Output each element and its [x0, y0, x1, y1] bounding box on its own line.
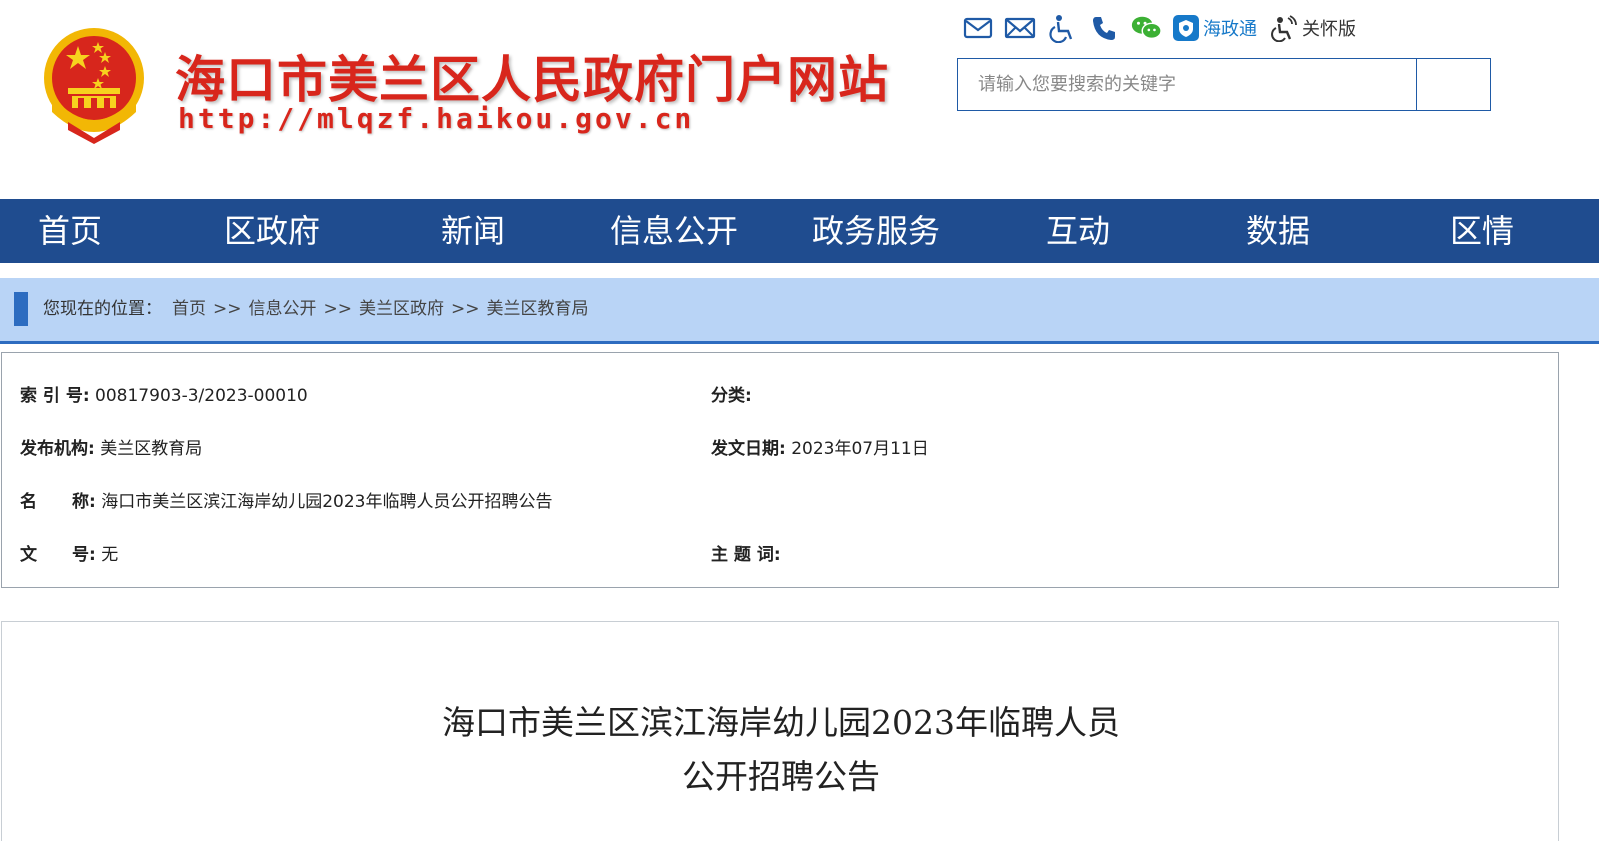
meta-category-label: 分类: — [711, 386, 752, 406]
breadcrumb-separator: >> — [213, 299, 242, 319]
breadcrumb-item-info-disclosure[interactable]: 信息公开 — [249, 278, 317, 341]
meta-date-label: 发文日期: — [711, 439, 786, 459]
meta-docno-label-a: 文 — [20, 545, 37, 565]
meta-keywords-label: 主 题 词: — [711, 545, 781, 565]
article-content: 海口市美兰区滨江海岸幼儿园2023年临聘人员 公开招聘公告 — [1, 621, 1559, 841]
meta-name-value: 海口市美兰区滨江海岸幼儿园2023年临聘人员公开招聘公告 — [101, 492, 553, 512]
article-title-line2: 公开招聘公告 — [682, 757, 880, 796]
meta-index: 索 引 号: 00817903-3/2023-00010 — [20, 381, 308, 406]
site-header: 海口市美兰区人民政府门户网站 http://mlqzf.haikou.gov.c… — [0, 0, 1599, 200]
breadcrumb-marker — [14, 292, 28, 326]
breadcrumb-separator: >> — [323, 299, 353, 319]
breadcrumb-item-home[interactable]: 首页 — [172, 278, 206, 341]
care-version-icon — [1271, 14, 1299, 42]
nav-item-district-government[interactable]: 区政府 — [224, 199, 320, 263]
meta-publisher-label: 发布机构: — [20, 439, 95, 459]
meta-name-label-a: 名 — [20, 492, 37, 512]
main-nav: 首页 区政府 新闻 信息公开 政务服务 互动 数据 区情 — [0, 199, 1599, 263]
nav-item-home[interactable]: 首页 — [38, 199, 102, 263]
wechat-icon[interactable] — [1130, 13, 1162, 43]
meta-date-value: 2023年07月11日 — [791, 439, 929, 459]
nav-item-info-disclosure[interactable]: 信息公开 — [610, 199, 738, 263]
meta-index-value: 00817903-3/2023-00010 — [95, 386, 308, 406]
breadcrumb-separator: >> — [451, 299, 480, 319]
search-button[interactable] — [1416, 59, 1490, 110]
site-url: http://mlqzf.haikou.gov.cn — [178, 102, 695, 135]
nav-item-gov-services[interactable]: 政务服务 — [812, 199, 940, 263]
meta-publisher: 发布机构: 美兰区教育局 — [20, 434, 202, 459]
nav-item-district-profile[interactable]: 区情 — [1450, 199, 1514, 263]
meta-publisher-value: 美兰区教育局 — [100, 439, 203, 459]
letter-box-icon[interactable] — [1004, 13, 1036, 43]
accessibility-icon[interactable] — [1046, 13, 1078, 43]
breadcrumb: 您现在的位置： 首页 >> 信息公开 >> 美兰区政府 >> 美兰区教育局 — [43, 278, 589, 341]
national-emblem-icon — [44, 28, 144, 144]
meta-docno: 文 号: 无 — [20, 540, 118, 565]
search-input[interactable] — [958, 59, 1416, 110]
meta-name-label-b: 称: — [72, 492, 96, 512]
breadcrumb-item-district-government[interactable]: 美兰区政府 — [359, 278, 444, 341]
meta-docno-label-b: 号: — [72, 545, 96, 565]
nav-item-interaction[interactable]: 互动 — [1046, 199, 1110, 263]
article-title-line1: 海口市美兰区滨江海岸幼儿园2023年临聘人员 — [442, 703, 1120, 742]
phone-icon[interactable] — [1088, 13, 1120, 43]
document-metadata: 索 引 号: 00817903-3/2023-00010 分类: 发布机构: 美… — [1, 352, 1559, 588]
breadcrumb-bar: 您现在的位置： 首页 >> 信息公开 >> 美兰区政府 >> 美兰区教育局 — [0, 278, 1599, 344]
meta-keywords: 主 题 词: — [711, 540, 781, 565]
breadcrumb-prefix: 您现在的位置： — [43, 299, 162, 319]
care-version-label: 关怀版 — [1302, 19, 1356, 40]
meta-date: 发文日期: 2023年07月11日 — [711, 434, 929, 459]
haizhengtong-icon — [1172, 14, 1200, 42]
haizhengtong-link[interactable]: 海政通 — [1172, 14, 1257, 42]
meta-docno-value: 无 — [101, 545, 119, 565]
meta-name: 名 称: 海口市美兰区滨江海岸幼儿园2023年临聘人员公开招聘公告 — [20, 487, 552, 512]
care-version-link[interactable]: 关怀版 — [1271, 14, 1356, 42]
search-box — [957, 58, 1491, 111]
meta-category: 分类: — [711, 381, 752, 406]
nav-item-news[interactable]: 新闻 — [441, 199, 505, 263]
header-toolbar: 海政通 关怀版 — [962, 12, 1370, 44]
mail-icon[interactable] — [962, 13, 994, 43]
breadcrumb-item-education-bureau[interactable]: 美兰区教育局 — [487, 278, 589, 341]
haizhengtong-label: 海政通 — [1203, 19, 1257, 40]
meta-index-label: 索 引 号: — [20, 386, 90, 406]
nav-item-data[interactable]: 数据 — [1246, 199, 1310, 263]
